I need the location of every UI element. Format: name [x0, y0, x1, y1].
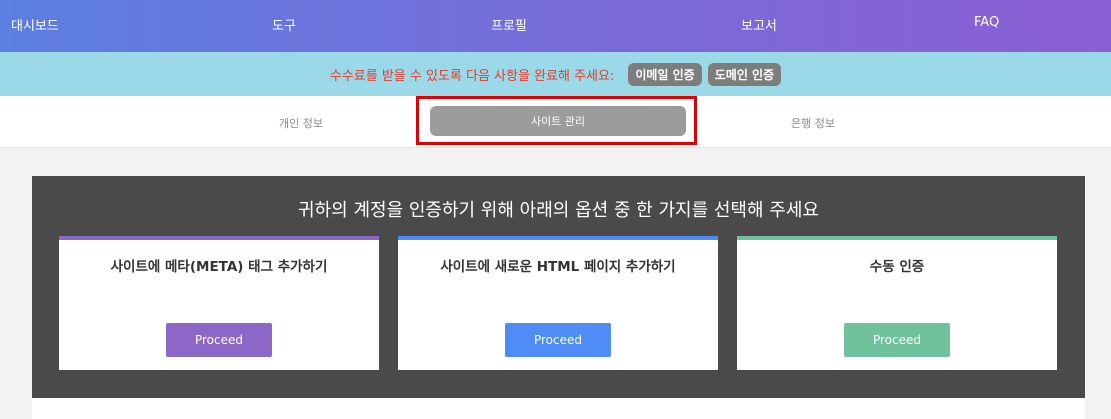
nav-tools[interactable]: 도구	[272, 15, 296, 34]
proceed-manual-button[interactable]: Proceed	[844, 323, 950, 357]
card-html-page-title: 사이트에 새로운 HTML 페이지 추가하기	[440, 259, 676, 275]
tab-site-management[interactable]: 사이트 관리	[430, 106, 686, 136]
tab-bank-info[interactable]: 은행 정보	[791, 115, 835, 131]
verification-panel: 귀하의 계정을 인증하기 위해 아래의 옵션 중 한 가지를 선택해 주세요 사…	[32, 176, 1085, 398]
nav-reports[interactable]: 보고서	[741, 15, 777, 34]
profile-subtabs: 개인 정보 사이트 관리 은행 정보	[0, 96, 1111, 148]
content-area-below	[32, 398, 1085, 419]
tab-personal-info[interactable]: 개인 정보	[279, 115, 323, 131]
nav-dashboard[interactable]: 대시보드	[11, 15, 59, 34]
nav-faq[interactable]: FAQ	[974, 15, 999, 30]
tab-site-management-label: 사이트 관리	[530, 115, 586, 128]
card-meta-tag: 사이트에 메타(META) 태그 추가하기 Proceed	[59, 236, 379, 370]
panel-title: 귀하의 계정을 인증하기 위해 아래의 옵션 중 한 가지를 선택해 주세요	[298, 200, 819, 221]
top-navigation: 대시보드 도구 프로필 보고서 FAQ	[0, 0, 1111, 52]
nav-profile[interactable]: 프로필	[491, 15, 527, 34]
proceed-meta-tag-button[interactable]: Proceed	[166, 323, 272, 357]
proceed-html-page-button[interactable]: Proceed	[505, 323, 611, 357]
domain-verification-badge[interactable]: 도메인 인증	[707, 62, 782, 86]
email-verification-badge[interactable]: 이메일 인증	[628, 62, 702, 86]
verification-alert-bar: 수수료를 받을 수 있도록 다음 사항을 완료해 주세요: 이메일 인증 도메인…	[0, 52, 1111, 96]
card-manual-verification-title: 수동 인증	[869, 259, 925, 275]
card-meta-tag-title: 사이트에 메타(META) 태그 추가하기	[110, 259, 328, 275]
card-manual-verification: 수동 인증 Proceed	[737, 236, 1057, 370]
card-html-page: 사이트에 새로운 HTML 페이지 추가하기 Proceed	[398, 236, 718, 370]
alert-message: 수수료를 받을 수 있도록 다음 사항을 완료해 주세요:	[329, 68, 615, 84]
